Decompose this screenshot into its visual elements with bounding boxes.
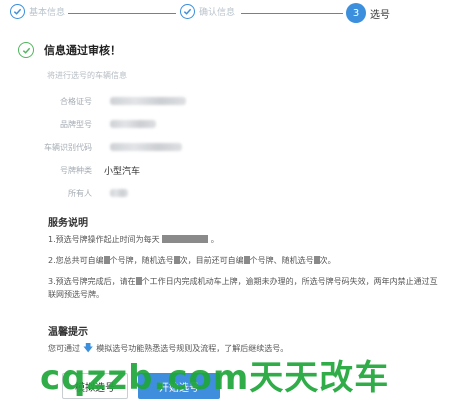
text: 3.预选号牌完成后，请在 [48,277,136,286]
text: 个号牌、随机选号 [249,256,314,265]
step-label: 确认信息 [199,8,236,18]
info-row: 号牌种类 小型汽车 [0,161,452,184]
service-item-1: 1.预选号牌操作起止时间为每天 。 [48,233,219,246]
info-label: 所有人 [68,189,92,198]
step-progress: 基本信息 确认信息 3 选号 [0,0,452,28]
text: 联网预选号牌。 [48,290,104,299]
status-title: 信息通过审核！ [44,44,121,57]
step-label: 基本信息 [29,8,66,18]
status-subtitle: 将进行选号的车辆信息 [47,71,127,80]
text: 1.预选号牌操作起止时间为每天 [48,235,160,244]
check-icon [180,4,195,19]
review-status: 信息通过审核！ [18,42,121,58]
step-connector [241,13,343,14]
check-icon [10,4,25,19]
redacted-value [110,97,186,105]
info-label: 品牌型号 [60,120,92,129]
info-label: 合格证号 [60,97,92,106]
step-label: 选号 [370,9,390,21]
text: 。 [210,235,219,244]
service-title: 服务说明 [48,218,88,229]
step-number-badge: 3 [346,3,366,23]
info-row: 合格证号 [0,92,452,115]
step-confirm-info: 确认信息 [180,4,235,19]
info-label: 号牌种类 [60,166,92,175]
text: 次，目前还可自编 [179,256,244,265]
info-row: 车辆识别代码 [0,138,452,161]
step-select-number: 3 选号 [346,3,390,23]
watermark: cqzzb.com天天改车 [40,358,390,398]
info-value: 小型汽车 [104,167,141,177]
text: 个工作日内完成机动车上牌，逾期未办理的，所选号牌号码失效，两年内禁止通过互 [141,277,438,286]
step-basic-info: 基本信息 [10,4,65,19]
text: 次。 [319,256,336,265]
redacted-value [110,143,182,151]
service-item-2: 2.您总共可自编 个号牌，随机选号 次，目前还可自编 个号牌、随机选号 次。 [48,254,336,267]
step-connector [68,13,176,14]
text: 个号牌，随机选号 [109,256,174,265]
check-circle-icon [18,42,34,58]
redacted-value [110,120,156,128]
vehicle-info: 合格证号 品牌型号 车辆识别代码 号牌种类 小型汽车 所有人 [0,92,452,207]
text: 2.您总共可自编 [48,256,104,265]
info-row: 品牌型号 [0,115,452,138]
tips-title: 温馨提示 [48,327,88,338]
redacted-value [110,189,128,197]
info-row: 所有人 [0,184,452,207]
info-label: 车辆识别代码 [44,143,92,152]
redacted-value [162,235,209,243]
service-item-3: 3.预选号牌完成后，请在 个工作日内完成机动车上牌，逾期未办理的，所选号牌号码失效… [48,275,438,301]
